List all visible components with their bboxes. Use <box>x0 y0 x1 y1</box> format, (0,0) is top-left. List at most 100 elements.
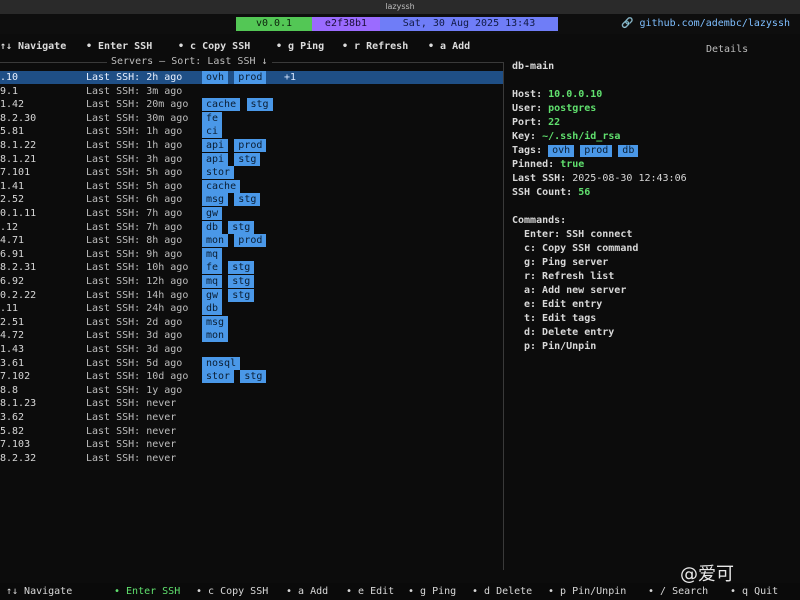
server-last-ssh: Last SSH: 7h ago <box>86 221 183 233</box>
server-row[interactable]: 5.82 Last SSH: never <box>0 425 503 438</box>
server-tag: cache <box>202 179 241 193</box>
server-ip: 4.72 <box>0 330 25 342</box>
server-tag: stg <box>228 275 255 288</box>
server-ip: 8.2.32 <box>0 452 37 464</box>
server-tag: mon <box>202 234 229 248</box>
server-row[interactable]: 8.1.21 Last SSH: 3h ago api stg <box>0 152 503 166</box>
server-ip: 3.62 <box>0 412 25 423</box>
server-last-ssh: Last SSH: 10d ago <box>86 371 189 383</box>
server-ip: 4.71 <box>0 235 25 247</box>
repo-text: github.com/adembc/lazyssh <box>639 18 790 29</box>
footer-edit: • e Edit <box>346 586 395 597</box>
server-last-ssh: Last SSH: never <box>86 425 177 437</box>
server-last-ssh: Last SSH: never <box>86 439 177 451</box>
server-row[interactable]: 0.1.11 Last SSH: 7h ago gw <box>0 207 503 220</box>
server-tag: mq <box>202 247 223 261</box>
server-row[interactable]: 8.1.23 Last SSH: never <box>0 397 503 410</box>
repo-link[interactable]: 🔗 github.com/adembc/lazyssh <box>621 17 790 31</box>
server-ip: 8.2.30 <box>0 112 37 124</box>
server-row[interactable]: 0.2.22 Last SSH: 14h ago gw stg <box>0 288 503 302</box>
server-tag: api <box>202 152 229 166</box>
server-last-ssh: Last SSH: 6h ago <box>86 194 183 206</box>
details-name: db-main <box>512 61 555 72</box>
server-row[interactable]: 8.2.30 Last SSH: 30m ago fe <box>0 111 503 125</box>
command-item: d: Delete entry <box>524 327 615 338</box>
server-row[interactable]: 1.41 Last SSH: 5h ago cache <box>0 179 503 193</box>
hint-refresh: • r Refresh <box>342 41 409 52</box>
server-tag: cache <box>202 98 241 112</box>
server-tag: stg <box>240 370 267 384</box>
server-ip: 5.81 <box>0 126 25 138</box>
server-ip: 6.91 <box>0 248 25 260</box>
server-last-ssh: Last SSH: 10h ago <box>86 262 189 274</box>
server-last-ssh: Last SSH: 3h ago <box>86 153 183 165</box>
server-row[interactable]: .11 Last SSH: 24h ago db <box>0 302 503 316</box>
server-ip: 2.51 <box>0 316 25 328</box>
server-row[interactable]: .12 Last SSH: 7h ago db stg <box>0 220 503 234</box>
server-row[interactable]: 6.92 Last SSH: 12h ago mq stg <box>0 275 503 288</box>
server-row[interactable]: 5.81 Last SSH: 1h ago ci <box>0 125 503 139</box>
key-label: Key: <box>512 131 537 142</box>
details-spacer <box>512 74 792 88</box>
host-label: Host: <box>512 89 543 100</box>
details-panel-title: Details <box>706 44 749 55</box>
server-row[interactable]: 2.51 Last SSH: 2d ago msg <box>0 315 503 329</box>
footer-pin: • p Pin/Unpin <box>548 586 627 597</box>
server-row[interactable]: 9.1 Last SSH: 3m ago <box>0 85 503 98</box>
command-item: p: Pin/Unpin <box>524 341 597 352</box>
link-icon: 🔗 <box>621 18 634 29</box>
server-ip: .10 <box>0 72 19 83</box>
server-row[interactable]: 8.2.31 Last SSH: 10h ago fe stg <box>0 261 503 275</box>
key-value: ~/.ssh/id_rsa <box>542 131 621 142</box>
server-row[interactable]: 6.91 Last SSH: 9h ago mq <box>0 247 503 261</box>
server-ip: 1.43 <box>0 344 25 355</box>
server-tag: prod <box>234 234 267 248</box>
details-pinned-line: Pinned: true <box>512 158 792 172</box>
server-row[interactable]: 4.72 Last SSH: 3d ago mon <box>0 329 503 343</box>
server-ip: 8.2.31 <box>0 262 37 274</box>
server-last-ssh: Last SSH: 3d ago <box>86 330 183 342</box>
server-last-ssh: Last SSH: 1h ago <box>86 140 183 151</box>
server-ip: 8.1.21 <box>0 153 37 165</box>
hint-copy-ssh: • c Copy SSH <box>178 41 251 52</box>
server-ip: 7.102 <box>0 371 31 383</box>
count-value: 56 <box>578 187 591 198</box>
server-ip: .12 <box>0 221 19 233</box>
server-ip: 5.82 <box>0 425 25 437</box>
pinned-value: true <box>560 159 585 170</box>
server-row[interactable]: 4.71 Last SSH: 8h ago mon prod <box>0 234 503 248</box>
server-row[interactable]: 2.52 Last SSH: 6h ago msg stg <box>0 193 503 207</box>
commit-badge: e2f38b1 <box>312 17 380 31</box>
server-last-ssh: Last SSH: 3m ago <box>86 85 183 97</box>
server-ip: 8.1.23 <box>0 398 37 410</box>
server-row[interactable]: .10 Last SSH: 2h ago ovh prod +1 <box>0 71 503 84</box>
server-row[interactable]: 7.101 Last SSH: 5h ago stor <box>0 166 503 180</box>
server-tag: prod <box>234 71 267 84</box>
footer-delete: • d Delete <box>472 586 533 597</box>
panel-divider <box>503 62 504 570</box>
details-panel: db-main Host: 10.0.0.10 User: postgres P… <box>512 60 792 354</box>
server-tag: stg <box>234 193 261 207</box>
version-badge: v0.0.1 <box>236 17 312 31</box>
pinned-label: Pinned: <box>512 159 555 170</box>
server-row[interactable]: 1.43 Last SSH: 3d ago <box>0 343 503 356</box>
server-row[interactable]: 8.8 Last SSH: 1y ago <box>0 384 503 397</box>
server-row[interactable]: 8.1.22 Last SSH: 1h ago api prod <box>0 139 503 152</box>
server-row[interactable]: 3.62 Last SSH: never <box>0 411 503 424</box>
hint-enter-ssh: • Enter SSH <box>86 41 153 52</box>
server-row[interactable]: 3.61 Last SSH: 5d ago nosql <box>0 356 503 370</box>
servers-panel: Servers — Sort: Last SSH ↓ .10 Last SSH: … <box>0 56 503 570</box>
server-ip: 6.92 <box>0 276 25 287</box>
tags-label: Tags: <box>512 145 543 156</box>
server-row[interactable]: 1.42 Last SSH: 20m ago cache stg <box>0 98 503 112</box>
command-item: e: Edit entry <box>524 299 603 310</box>
server-tag: gw <box>202 288 223 302</box>
server-tag: fe <box>202 261 223 275</box>
server-row[interactable]: 8.2.32 Last SSH: never <box>0 452 503 465</box>
hint-ping: • g Ping <box>276 41 325 52</box>
details-port-line: Port: 22 <box>512 116 792 130</box>
server-row[interactable]: 7.103 Last SSH: never <box>0 438 503 451</box>
footer-enter-ssh: • Enter SSH <box>114 586 181 597</box>
server-tag: stor <box>202 166 235 180</box>
server-row[interactable]: 7.102 Last SSH: 10d ago stor stg <box>0 370 503 384</box>
